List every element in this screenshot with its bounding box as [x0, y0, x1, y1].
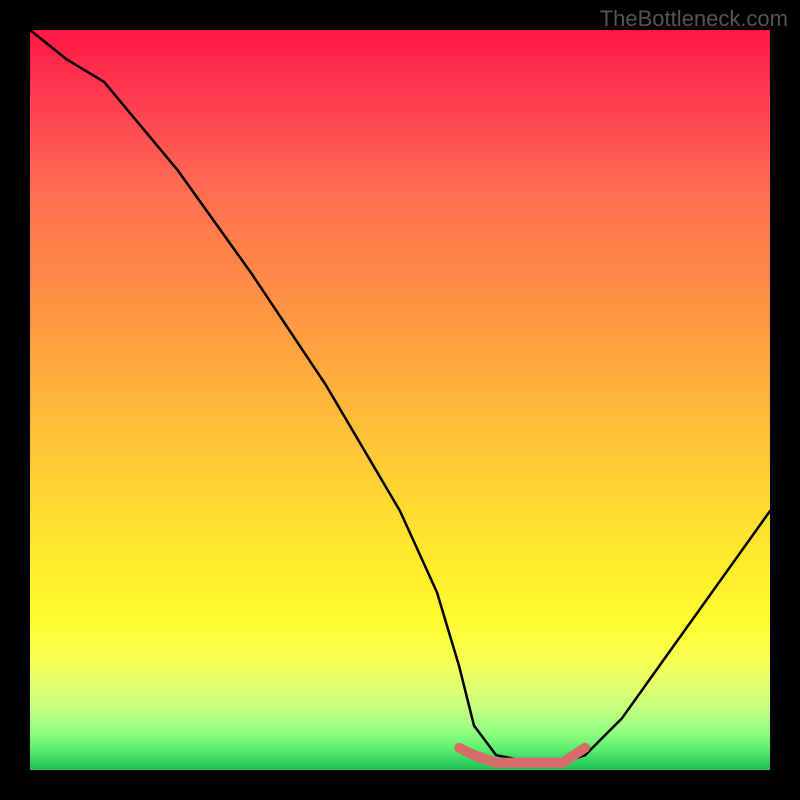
bottleneck-curve-line — [30, 30, 770, 763]
chart-plot-area — [30, 30, 770, 770]
chart-svg — [30, 30, 770, 770]
optimal-range-highlight-line — [459, 748, 585, 763]
watermark-text: TheBottleneck.com — [600, 6, 788, 32]
